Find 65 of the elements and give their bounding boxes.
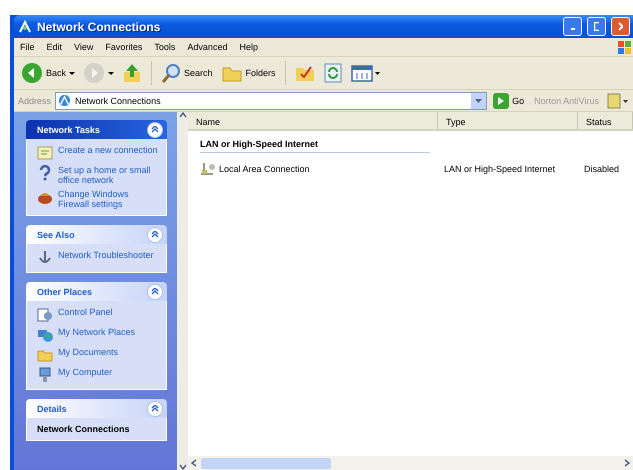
search-button[interactable]: Search bbox=[158, 61, 216, 85]
horizontal-scrollbar[interactable] bbox=[188, 456, 633, 470]
minimize-button[interactable] bbox=[563, 17, 582, 36]
collapse-button[interactable] bbox=[147, 284, 163, 300]
panel-title: Network Tasks bbox=[37, 124, 101, 134]
task-link[interactable]: My Network Places bbox=[58, 327, 136, 337]
address-label: Address bbox=[18, 96, 52, 106]
menu-item[interactable]: View bbox=[68, 41, 100, 53]
panel-title: Other Places bbox=[37, 286, 94, 296]
collapse-button[interactable] bbox=[147, 226, 163, 242]
collapse-button[interactable] bbox=[147, 400, 163, 416]
group-heading: LAN or High-Speed Internet bbox=[200, 139, 430, 153]
vertical-scrollbar[interactable] bbox=[177, 112, 188, 470]
back-button[interactable]: Back bbox=[18, 60, 78, 86]
chevron-icon bbox=[151, 230, 159, 238]
close-button[interactable] bbox=[611, 17, 630, 36]
task-link[interactable]: My Documents bbox=[58, 347, 118, 357]
chevron-icon bbox=[151, 126, 159, 134]
address-field[interactable]: Network Connections bbox=[55, 92, 488, 110]
views-icon bbox=[350, 63, 381, 83]
panel-title: Details bbox=[37, 404, 68, 414]
task-link[interactable]: Set up a home or small office network bbox=[58, 165, 158, 185]
dropdown-arrow-icon bbox=[475, 98, 482, 102]
task-link[interactable]: Create a new connection bbox=[58, 145, 158, 155]
network-icon bbox=[18, 20, 32, 34]
type-cell-text: LAN or High-Speed Internet bbox=[443, 164, 556, 174]
search-icon bbox=[161, 63, 182, 83]
network-globe-icon bbox=[37, 327, 53, 343]
refresh-icon bbox=[322, 63, 343, 83]
network-icon bbox=[58, 94, 72, 107]
window-title: Network Connections bbox=[37, 20, 162, 34]
task-link[interactable]: Network Troubleshooter bbox=[58, 250, 154, 260]
chevron-icon bbox=[151, 404, 159, 412]
scroll-left-icon[interactable] bbox=[191, 459, 197, 467]
flag-logo-icon bbox=[617, 40, 633, 54]
wizard-icon bbox=[37, 145, 53, 161]
menu-item[interactable]: Edit bbox=[40, 41, 68, 53]
control-panel-icon bbox=[37, 307, 53, 323]
column-header[interactable]: Name bbox=[188, 112, 438, 129]
menu-item[interactable]: Favorites bbox=[99, 41, 148, 53]
collapse-button[interactable] bbox=[147, 122, 163, 138]
task-link[interactable]: Change Windows Firewall settings bbox=[58, 189, 158, 209]
toolbar-addon-label: Norton AntiVirus bbox=[533, 96, 600, 106]
maximize-button[interactable] bbox=[587, 17, 606, 36]
folder-up-icon bbox=[122, 63, 142, 83]
scroll-right-icon[interactable] bbox=[624, 459, 630, 467]
task-link[interactable]: My Computer bbox=[58, 367, 112, 377]
menu-item[interactable]: Advanced bbox=[181, 41, 234, 53]
status-cell-text: Disabled bbox=[583, 164, 620, 174]
chevron-icon bbox=[151, 288, 159, 296]
menu-item[interactable]: Tools bbox=[148, 41, 182, 53]
menu-item[interactable]: Help bbox=[233, 41, 264, 53]
shield-icon[interactable] bbox=[607, 92, 629, 108]
menu-item[interactable]: File bbox=[14, 41, 41, 53]
scroll-up-icon[interactable] bbox=[178, 112, 186, 118]
task-link[interactable]: Control Panel bbox=[58, 307, 113, 317]
panel-title: See Also bbox=[37, 230, 76, 240]
question-mark-icon bbox=[37, 165, 53, 181]
details-title: Network Connections bbox=[37, 424, 131, 434]
go-button[interactable]: Go bbox=[491, 92, 526, 108]
computer-icon bbox=[37, 367, 53, 383]
column-header[interactable]: Type bbox=[438, 112, 578, 129]
column-header[interactable]: Status bbox=[578, 112, 633, 129]
scroll-down-icon[interactable] bbox=[178, 464, 186, 470]
folders-button[interactable]: Folders bbox=[218, 61, 279, 85]
